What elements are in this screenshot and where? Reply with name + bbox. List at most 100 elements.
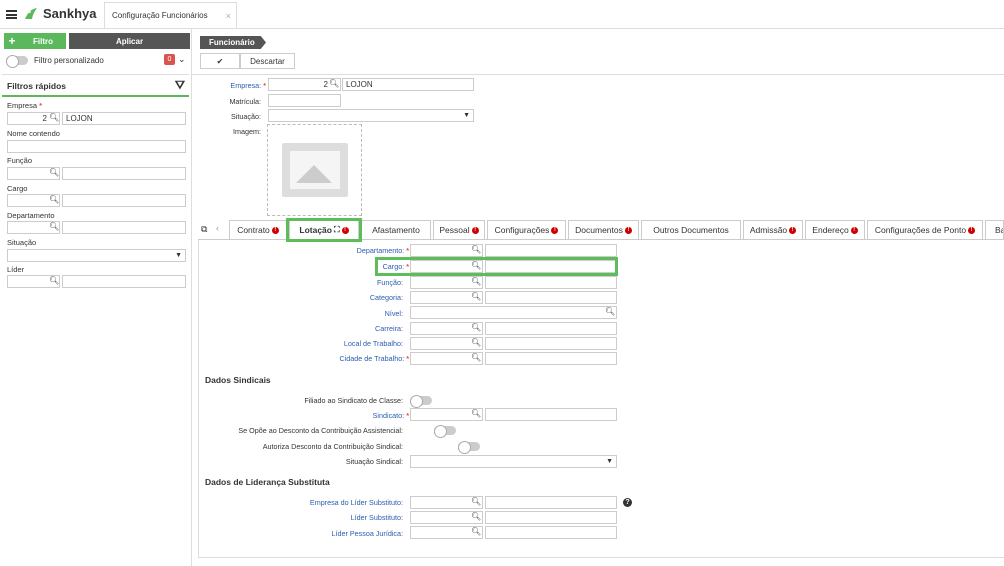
tab-endereco[interactable]: Endereço!: [805, 220, 865, 239]
lider-filter-name[interactable]: [62, 275, 186, 288]
error-icon: !: [968, 226, 976, 234]
error-icon: !: [271, 226, 279, 234]
document-tab[interactable]: Configuração Funcionários ×: [104, 2, 237, 28]
search-icon[interactable]: 🔍︎: [471, 353, 481, 362]
quick-filters-title: Filtros rápidos: [7, 81, 67, 91]
image-upload[interactable]: [267, 124, 362, 216]
situacao-filter-label: Situação: [7, 238, 37, 247]
departamento-name-input[interactable]: [485, 244, 617, 257]
funcao-label: Função:: [377, 278, 403, 287]
custom-filter-row: Filtro personalizado: [6, 54, 188, 68]
confirm-button[interactable]: ✔: [200, 53, 240, 69]
cidade-trabalho-label: Cidade de Trabalho: *: [339, 354, 409, 363]
nome-filter-label: Nome contendo: [7, 129, 60, 138]
filter-count-badge: 0: [164, 54, 175, 65]
cidade-trabalho-name-input[interactable]: [485, 352, 617, 365]
sindicato-name-input[interactable]: [485, 408, 617, 421]
search-icon[interactable]: 🔍︎: [49, 168, 59, 177]
departamento-filter-name[interactable]: [62, 221, 186, 234]
lider-pj-label: Líder Pessoa Jurídica:: [331, 529, 403, 538]
filter-button[interactable]: + Filtro: [4, 33, 66, 49]
nome-filter-input[interactable]: [7, 140, 186, 153]
cargo-filter-name[interactable]: [62, 194, 186, 207]
lider-pj-name-input[interactable]: [485, 526, 617, 539]
help-icon[interactable]: ?: [623, 498, 632, 507]
opoe-desconto-label: Se Opõe ao Desconto da Contribuição Assi…: [238, 426, 403, 435]
matricula-input[interactable]: [268, 94, 341, 107]
filiado-toggle[interactable]: [410, 395, 432, 408]
local-trabalho-label: Local de Trabalho:: [343, 339, 403, 348]
breadcrumb[interactable]: Funcionário: [200, 36, 266, 49]
search-icon[interactable]: 🔍︎: [471, 527, 481, 536]
autoriza-desconto-label: Autoriza Desconto da Contribuição Sindic…: [262, 442, 403, 451]
tab-configuracoes[interactable]: Configurações!: [487, 220, 566, 239]
empresa-filter-name[interactable]: LOJON: [62, 112, 186, 125]
autoriza-desconto-toggle[interactable]: [458, 441, 481, 454]
funcao-filter-name[interactable]: [62, 167, 186, 180]
search-icon[interactable]: 🔍︎: [471, 512, 481, 521]
cargo-highlight: [375, 257, 618, 276]
error-icon: !: [624, 226, 632, 234]
filter-panel: + Filtro Aplicar Filtro personalizado 0 …: [0, 29, 192, 566]
tab-admissao[interactable]: Admissão!: [743, 220, 803, 239]
search-icon[interactable]: 🔍︎: [471, 323, 481, 332]
local-trabalho-name-input[interactable]: [485, 337, 617, 350]
search-icon[interactable]: 🔍︎: [471, 338, 481, 347]
situacao-sindical-label: Situação Sindical:: [345, 457, 403, 466]
menu-icon[interactable]: [6, 10, 17, 19]
carreira-name-input[interactable]: [485, 322, 617, 335]
tab-pessoal[interactable]: Pessoal!: [433, 220, 485, 239]
tab-outros-documentos[interactable]: Outros Documentos: [641, 220, 741, 239]
situacao-select[interactable]: ▼: [268, 109, 474, 122]
dados-sindicais-title: Dados Sindicais: [205, 375, 271, 385]
search-icon[interactable]: 🔍︎: [471, 497, 481, 506]
discard-button[interactable]: Descartar: [240, 53, 295, 69]
close-icon[interactable]: ×: [226, 11, 231, 21]
filter-button-label: Filtro: [33, 36, 53, 46]
apply-button[interactable]: Aplicar: [69, 33, 190, 49]
filter-funnel-icon[interactable]: ⛛: [175, 78, 185, 93]
error-icon: !: [850, 226, 858, 234]
search-icon[interactable]: 🔍︎: [471, 277, 481, 286]
tab-more[interactable]: Ba: [985, 220, 1004, 239]
lider-substituto-name-input[interactable]: [485, 511, 617, 524]
nivel-input[interactable]: [410, 306, 617, 319]
empresa-lider-name-input[interactable]: [485, 496, 617, 509]
search-icon[interactable]: 🔍︎: [471, 409, 481, 418]
lider-substituto-label: Líder Substituto:: [350, 513, 403, 522]
cargo-filter-label: Cargo: [7, 184, 28, 193]
opoe-desconto-toggle[interactable]: [434, 425, 457, 438]
chevron-left-icon[interactable]: ‹: [216, 223, 219, 233]
carreira-label: Carreira:: [375, 324, 403, 333]
search-icon[interactable]: 🔍︎: [49, 113, 59, 122]
empresa-name-input[interactable]: LOJON: [342, 78, 474, 91]
copy-icon[interactable]: ⧉: [201, 224, 207, 235]
search-icon[interactable]: 🔍︎: [49, 276, 59, 285]
search-icon[interactable]: 🔍︎: [471, 292, 481, 301]
chevron-down-icon: ▼: [606, 458, 613, 465]
search-icon[interactable]: 🔍︎: [49, 222, 59, 231]
situacao-sindical-select[interactable]: ▼: [410, 455, 617, 468]
tab-documentos[interactable]: Documentos!: [568, 220, 639, 239]
image-placeholder-icon: [281, 143, 348, 197]
search-icon[interactable]: 🔍︎: [329, 79, 339, 88]
tab-contrato[interactable]: Contrato!: [229, 220, 287, 239]
categoria-name-input[interactable]: [485, 291, 617, 304]
logo: Sankhya: [23, 6, 96, 21]
chevron-down-icon[interactable]: ⌄: [178, 54, 186, 65]
funcao-name-input[interactable]: [485, 276, 617, 289]
document-tab-label: Configuração Funcionários: [112, 11, 208, 20]
search-icon[interactable]: 🔍︎: [605, 307, 615, 316]
error-icon: !: [471, 226, 479, 234]
empresa-label: Empresa: *: [230, 81, 266, 90]
tab-configuracoes-ponto[interactable]: Configurações de Ponto!: [867, 220, 983, 239]
search-icon[interactable]: 🔍︎: [49, 195, 59, 204]
custom-filter-toggle[interactable]: [6, 54, 28, 68]
situacao-filter-select[interactable]: ▼: [7, 249, 186, 262]
search-icon[interactable]: 🔍︎: [471, 245, 481, 254]
custom-filter-label: Filtro personalizado: [34, 55, 104, 65]
error-icon: !: [551, 226, 559, 234]
tab-afastamento[interactable]: Afastamento: [361, 220, 431, 239]
matricula-label: Matrícula:: [229, 97, 261, 106]
departamento-filter-label: Departamento: [7, 211, 55, 220]
